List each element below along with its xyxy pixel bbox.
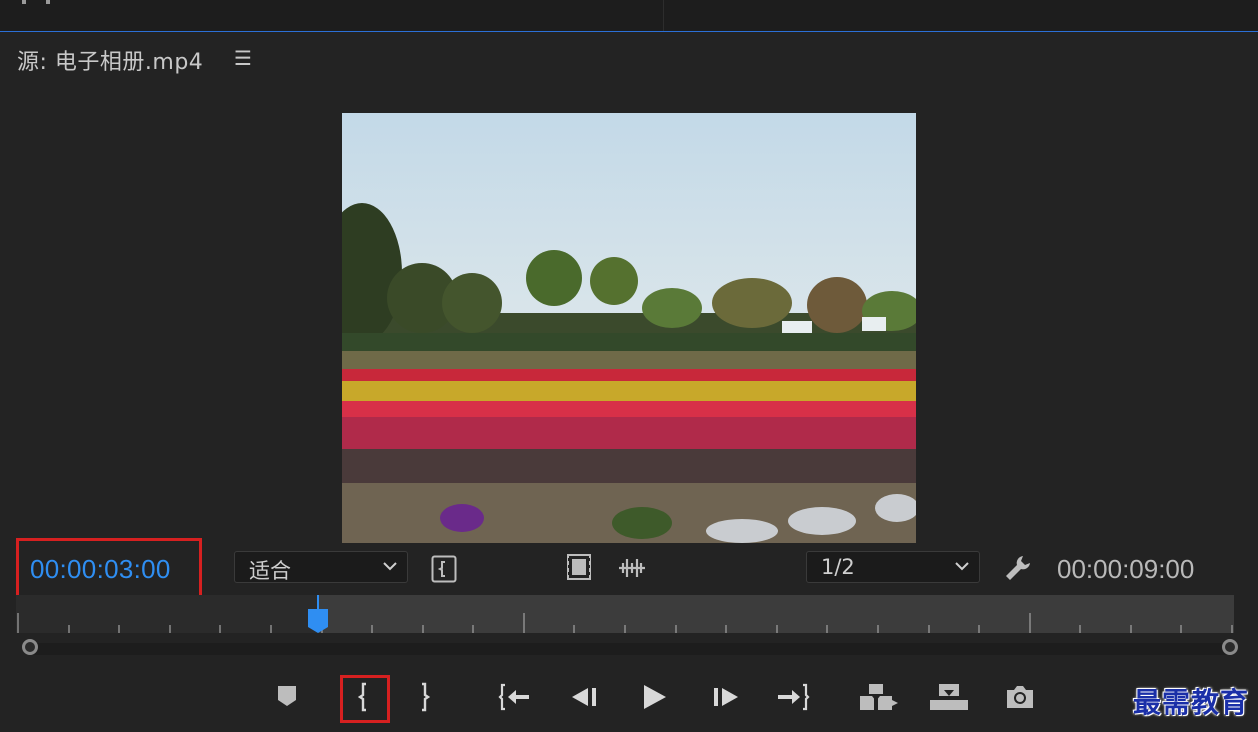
insert-icon[interactable] xyxy=(858,682,900,712)
mark-in-icon[interactable] xyxy=(352,682,374,712)
step-back-icon[interactable] xyxy=(570,682,600,712)
wrench-icon[interactable] xyxy=(1003,553,1033,583)
video-preview xyxy=(342,113,916,543)
drag-audio-only-icon[interactable] xyxy=(617,557,647,579)
panel-divider xyxy=(663,0,664,31)
duration-timecode: 00:00:09:00 xyxy=(1057,554,1195,584)
hamburger-menu-icon[interactable]: ☰ xyxy=(234,46,252,70)
panel-title[interactable]: 源: 电子相册.mp4 xyxy=(17,44,203,76)
add-marker-icon[interactable] xyxy=(276,682,298,710)
top-panel-bar xyxy=(0,0,1258,32)
ruler-ticks xyxy=(17,613,1233,633)
resolution-dropdown[interactable]: 1/2 xyxy=(806,551,980,583)
panel-grip-icon[interactable] xyxy=(22,0,50,4)
go-to-out-icon[interactable] xyxy=(776,682,810,712)
zoom-dropdown[interactable]: 适合 xyxy=(234,551,408,583)
overwrite-icon[interactable] xyxy=(928,682,970,712)
drag-video-only-icon[interactable] xyxy=(566,553,592,581)
step-forward-icon[interactable] xyxy=(710,682,740,712)
playhead-icon[interactable] xyxy=(306,595,330,635)
resolution-dropdown-value: 1/2 xyxy=(821,555,855,579)
watermark-logo: 最需教育 xyxy=(1133,686,1250,719)
export-frame-icon[interactable] xyxy=(1004,682,1036,712)
scrollbar-left-handle[interactable] xyxy=(22,639,38,655)
mark-out-icon[interactable] xyxy=(414,682,436,712)
insert-edit-icon[interactable] xyxy=(431,555,457,583)
play-icon[interactable] xyxy=(640,682,670,712)
current-timecode[interactable]: 00:00:03:00 xyxy=(30,554,171,585)
zoom-scrollbar[interactable] xyxy=(20,639,1240,659)
go-to-in-icon[interactable] xyxy=(498,682,532,712)
zoom-dropdown-value: 适合 xyxy=(249,559,291,583)
scrollbar-track xyxy=(30,643,1230,655)
scrollbar-right-handle[interactable] xyxy=(1222,639,1238,655)
time-ruler[interactable] xyxy=(16,595,1234,633)
chevron-down-icon xyxy=(383,562,397,571)
chevron-down-icon xyxy=(955,562,969,571)
